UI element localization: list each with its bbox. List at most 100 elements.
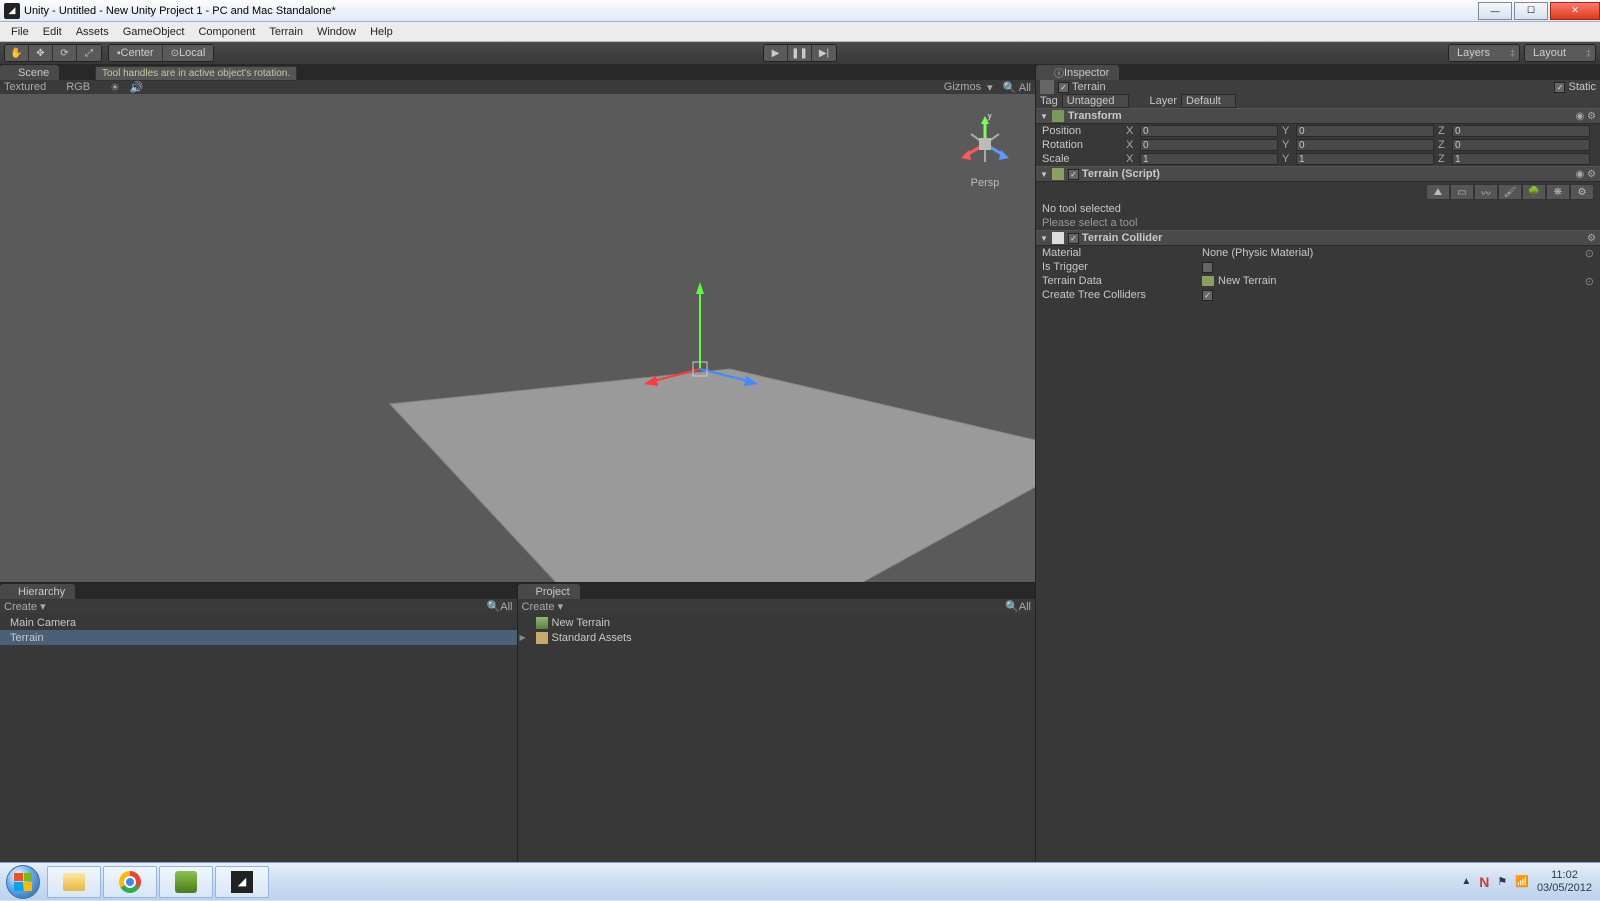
expand-triangle-icon[interactable]: ▶ bbox=[520, 633, 526, 642]
position-y-input[interactable] bbox=[1296, 125, 1434, 137]
project-search[interactable]: 🔍All bbox=[1005, 600, 1031, 613]
menu-bar: File Edit Assets GameObject Component Te… bbox=[0, 22, 1600, 42]
svg-text:Persp: Persp bbox=[971, 177, 1000, 189]
hierarchy-item-camera[interactable]: Main Camera bbox=[0, 615, 517, 630]
menu-assets[interactable]: Assets bbox=[69, 26, 116, 38]
terrain-script-enabled-checkbox[interactable]: ✓ bbox=[1068, 169, 1079, 180]
menu-gameobject[interactable]: GameObject bbox=[116, 26, 192, 38]
menu-component[interactable]: Component bbox=[191, 26, 262, 38]
menu-window[interactable]: Window bbox=[310, 26, 363, 38]
rotation-x-input[interactable] bbox=[1140, 139, 1278, 151]
project-tab[interactable]: Project bbox=[518, 584, 580, 599]
paint-texture-tool-button[interactable]: 🖌 bbox=[1498, 184, 1522, 200]
paint-details-tool-button[interactable]: ❋ bbox=[1546, 184, 1570, 200]
scene-search[interactable]: 🔍 All bbox=[1003, 81, 1031, 94]
hierarchy-create-dropdown[interactable]: Create ▾ bbox=[4, 600, 46, 613]
scale-tool-button[interactable]: ⤢ bbox=[77, 45, 101, 61]
tray-network-icon[interactable]: 📶 bbox=[1515, 875, 1529, 888]
scene-search-placeholder: All bbox=[1019, 82, 1031, 94]
layout-dropdown[interactable]: Layout bbox=[1524, 44, 1596, 62]
raise-lower-tool-button[interactable]: ⛰ bbox=[1426, 184, 1450, 200]
is-trigger-label: Is Trigger bbox=[1042, 261, 1202, 273]
gizmos-dropdown[interactable]: Gizmos bbox=[944, 81, 981, 93]
render-mode-dropdown[interactable]: RGB bbox=[66, 81, 90, 93]
component-menu-icon[interactable]: ◉ ⚙ bbox=[1576, 169, 1596, 180]
terrain-collider-enabled-checkbox[interactable]: ✓ bbox=[1068, 233, 1079, 244]
window-maximize-button[interactable]: ☐ bbox=[1514, 2, 1548, 20]
menu-file[interactable]: File bbox=[4, 26, 36, 38]
scene-orientation-gizmo[interactable]: y Persp bbox=[955, 114, 1015, 174]
place-trees-tool-button[interactable]: 🌳 bbox=[1522, 184, 1546, 200]
scene-tab[interactable]: Scene bbox=[0, 65, 59, 80]
hierarchy-tab[interactable]: Hierarchy bbox=[0, 584, 75, 599]
window-minimize-button[interactable]: — bbox=[1478, 2, 1512, 20]
scale-y-input[interactable] bbox=[1296, 153, 1434, 165]
inspector-tab[interactable]: ⓘ Inspector bbox=[1036, 65, 1119, 80]
is-trigger-checkbox[interactable] bbox=[1202, 262, 1213, 273]
project-item-new-terrain[interactable]: New Terrain bbox=[518, 615, 1036, 630]
object-enabled-checkbox[interactable]: ✓ bbox=[1058, 82, 1069, 93]
scene-viewport[interactable]: y Persp bbox=[0, 94, 1035, 582]
hierarchy-item-terrain[interactable]: Terrain bbox=[0, 630, 517, 645]
scene-light-toggle[interactable]: ☀ bbox=[110, 81, 120, 94]
inspector-tab-label: Inspector bbox=[1064, 67, 1109, 79]
taskbar-clock[interactable]: 11:02 03/05/2012 bbox=[1537, 869, 1592, 893]
scene-audio-toggle[interactable]: 🔊 bbox=[130, 81, 144, 94]
project-item-standard-assets[interactable]: ▶ Standard Assets bbox=[518, 630, 1036, 645]
pivot-handle-group: ▪ Center ⊙ Local bbox=[108, 44, 214, 62]
paint-height-tool-button[interactable]: ▭ bbox=[1450, 184, 1474, 200]
position-x-input[interactable] bbox=[1140, 125, 1278, 137]
terrain-settings-tool-button[interactable]: ⚙ bbox=[1570, 184, 1594, 200]
transform-component-header[interactable]: ▼ Transform ◉ ⚙ bbox=[1036, 108, 1600, 124]
static-checkbox[interactable]: ✓ bbox=[1554, 82, 1565, 93]
scale-x-input[interactable] bbox=[1140, 153, 1278, 165]
layers-dropdown[interactable]: Layers bbox=[1448, 44, 1520, 62]
menu-terrain[interactable]: Terrain bbox=[262, 26, 310, 38]
tag-dropdown[interactable]: Untagged bbox=[1062, 94, 1130, 108]
transform-title: Transform bbox=[1068, 110, 1122, 122]
play-button[interactable]: ▶ bbox=[764, 45, 788, 61]
menu-help[interactable]: Help bbox=[363, 26, 400, 38]
playback-controls: ▶ ❚❚ ▶| bbox=[763, 44, 837, 62]
window-close-button[interactable]: ✕ bbox=[1550, 2, 1600, 20]
layer-dropdown[interactable]: Default bbox=[1181, 94, 1236, 108]
project-panel: Project Create ▾ 🔍All New Terrain ▶ Stan… bbox=[518, 583, 1036, 862]
material-field[interactable]: None (Physic Material) bbox=[1202, 247, 1585, 259]
move-tool-button[interactable]: ✥ bbox=[29, 45, 53, 61]
shading-dropdown[interactable]: Textured bbox=[4, 81, 46, 93]
tree-colliders-checkbox[interactable]: ✓ bbox=[1202, 290, 1213, 301]
position-z-input[interactable] bbox=[1452, 125, 1590, 137]
rotation-z-input[interactable] bbox=[1452, 139, 1590, 151]
tray-expand-button[interactable]: ▲ bbox=[1461, 876, 1471, 887]
scale-z-input[interactable] bbox=[1452, 153, 1590, 165]
windows-logo-icon bbox=[14, 873, 32, 891]
terrain-script-header[interactable]: ▼ ✓ Terrain (Script) ◉ ⚙ bbox=[1036, 166, 1600, 182]
taskbar-chrome-button[interactable] bbox=[103, 866, 157, 898]
step-button[interactable]: ▶| bbox=[812, 45, 836, 61]
component-menu-icon[interactable]: ⚙ bbox=[1587, 233, 1596, 244]
static-label: Static bbox=[1568, 81, 1596, 93]
handle-mode-button[interactable]: ⊙ Local bbox=[163, 45, 214, 61]
pivot-mode-button[interactable]: ▪ Center bbox=[109, 45, 163, 61]
taskbar-explorer-button[interactable] bbox=[47, 866, 101, 898]
taskbar-app-button[interactable] bbox=[159, 866, 213, 898]
hand-tool-button[interactable]: ✋ bbox=[5, 45, 29, 61]
menu-edit[interactable]: Edit bbox=[36, 26, 69, 38]
tray-n-icon[interactable]: N bbox=[1479, 874, 1489, 890]
transform-tools: ✋ ✥ ⟳ ⤢ bbox=[4, 44, 102, 62]
project-create-dropdown[interactable]: Create ▾ bbox=[522, 600, 564, 613]
smooth-tool-button[interactable]: 〰 bbox=[1474, 184, 1498, 200]
terrain-collider-header[interactable]: ▼ ✓ Terrain Collider ⚙ bbox=[1036, 230, 1600, 246]
rotate-tool-button[interactable]: ⟳ bbox=[53, 45, 77, 61]
hierarchy-search[interactable]: 🔍All bbox=[487, 600, 513, 613]
pause-button[interactable]: ❚❚ bbox=[788, 45, 812, 61]
component-menu-icon[interactable]: ◉ ⚙ bbox=[1576, 111, 1596, 122]
tray-action-center-icon[interactable]: ⚑ bbox=[1497, 875, 1507, 888]
terrain-data-field[interactable]: New Terrain bbox=[1218, 275, 1585, 287]
layer-label: Layer bbox=[1149, 95, 1177, 107]
rotation-y-input[interactable] bbox=[1296, 139, 1434, 151]
taskbar-unity-button[interactable]: ◢ bbox=[215, 866, 269, 898]
object-name-field[interactable]: Terrain bbox=[1072, 81, 1554, 93]
layers-label: Layers bbox=[1457, 47, 1490, 59]
start-button[interactable] bbox=[0, 863, 46, 901]
